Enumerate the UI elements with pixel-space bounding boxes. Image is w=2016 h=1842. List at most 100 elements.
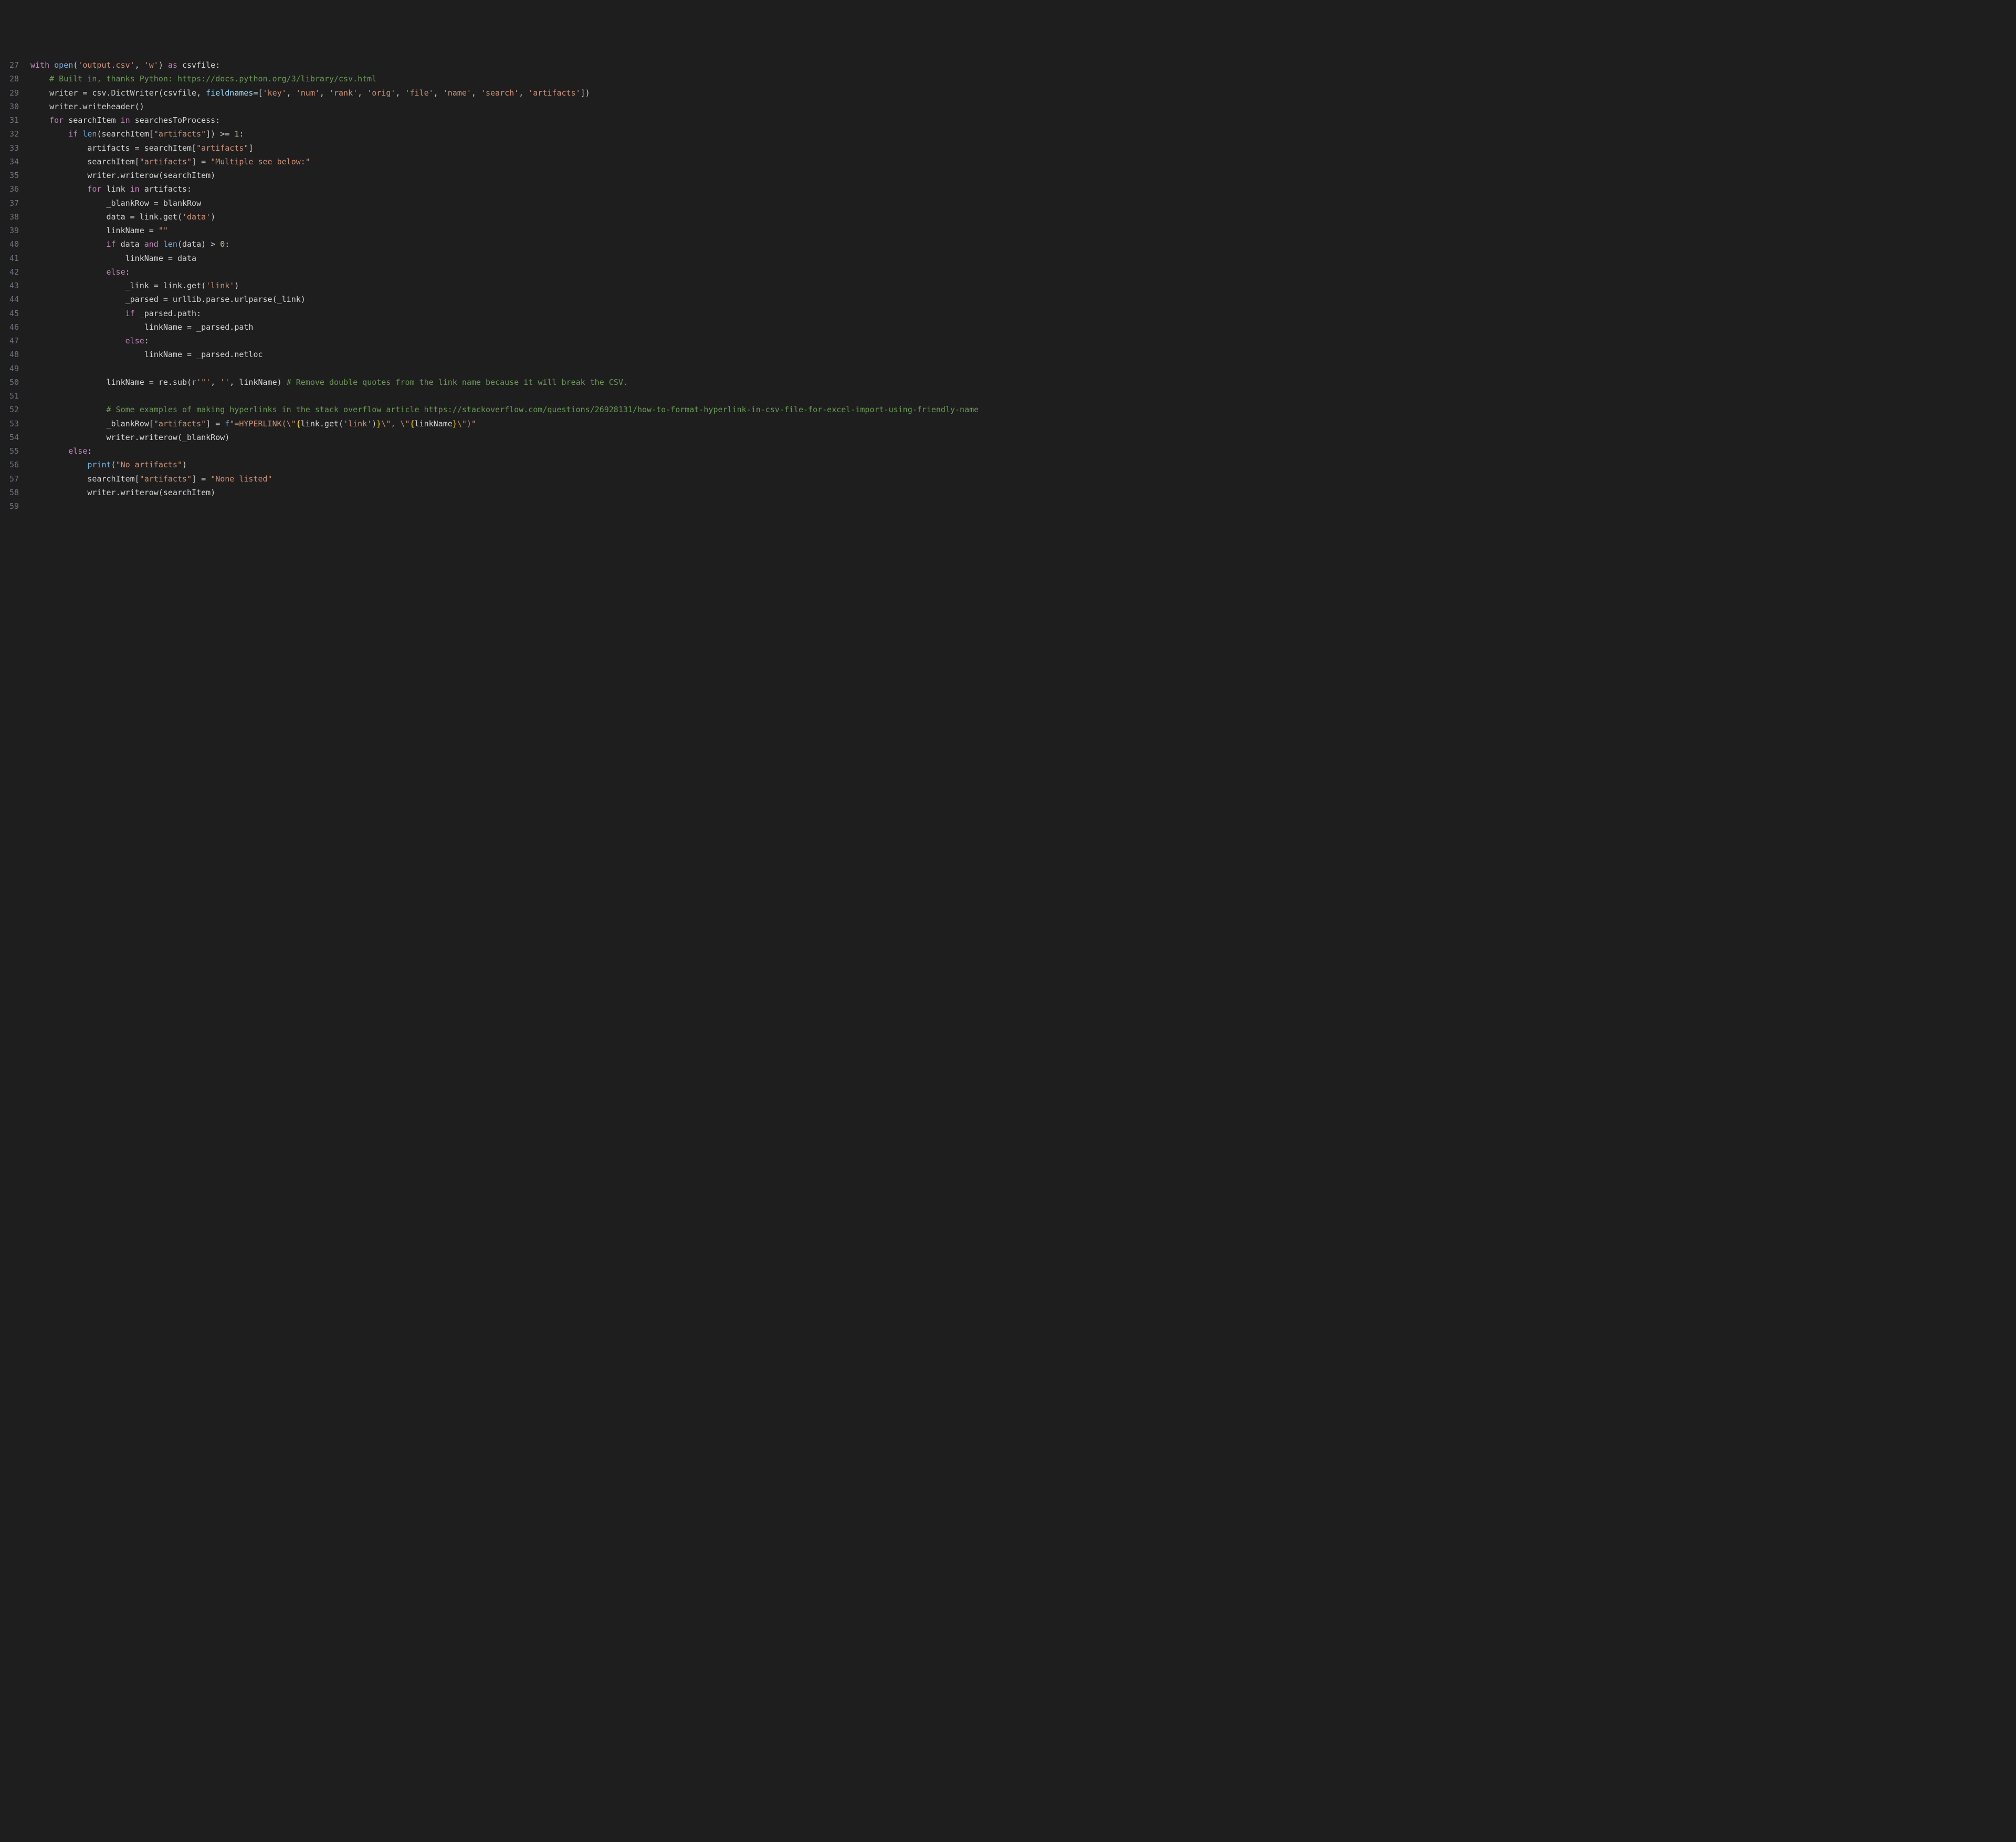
line-number: 43 <box>0 279 30 292</box>
token-var: ]) <box>581 88 590 98</box>
line-number: 39 <box>0 224 30 237</box>
code-line[interactable]: 31 for searchItem in searchesToProcess: <box>0 113 2016 127</box>
token-var: (data) > <box>177 239 220 249</box>
line-number: 38 <box>0 210 30 224</box>
token-kw: and <box>144 239 159 249</box>
code-content[interactable]: writer.writerow(_blankRow) <box>30 431 236 444</box>
code-content[interactable]: print("No artifacts") <box>30 458 193 472</box>
code-line[interactable]: 43 _link = link.get('link') <box>0 279 2016 292</box>
token-var: , <box>135 60 144 70</box>
code-line[interactable]: 57 searchItem["artifacts"] = "None liste… <box>0 472 2016 486</box>
code-content[interactable]: writer = csv.DictWriter(csvfile, fieldna… <box>30 86 596 100</box>
code-line[interactable]: 58 writer.writerow(searchItem) <box>0 486 2016 499</box>
code-line[interactable]: 54 writer.writerow(_blankRow) <box>0 431 2016 444</box>
code-line[interactable]: 29 writer = csv.DictWriter(csvfile, fiel… <box>0 86 2016 100</box>
code-content[interactable]: # Some examples of making hyperlinks in … <box>30 403 985 416</box>
code-content[interactable]: _blankRow = blankRow <box>30 196 207 210</box>
token-var: : <box>239 129 244 139</box>
code-line[interactable]: 38 data = link.get('data') <box>0 210 2016 224</box>
token-var: searchItem[ <box>87 157 139 166</box>
code-line[interactable]: 56 print("No artifacts") <box>0 458 2016 472</box>
code-content[interactable]: data = link.get('data') <box>30 210 222 224</box>
code-content[interactable]: linkName = "" <box>30 224 174 237</box>
code-line[interactable]: 33 artifacts = searchItem["artifacts"] <box>0 141 2016 155</box>
token-str: 'key' <box>263 88 287 98</box>
code-line[interactable]: 53 _blankRow["artifacts"] = f"=HYPERLINK… <box>0 417 2016 431</box>
code-line[interactable]: 35 writer.writerow(searchItem) <box>0 169 2016 182</box>
line-number: 47 <box>0 334 30 348</box>
code-editor[interactable]: 27with open('output.csv', 'w') as csvfil… <box>0 58 2016 513</box>
line-number: 33 <box>0 141 30 155</box>
code-line[interactable]: 27with open('output.csv', 'w') as csvfil… <box>0 58 2016 72</box>
code-line[interactable]: 51 <box>0 389 2016 403</box>
code-content[interactable]: for searchItem in searchesToProcess: <box>30 113 226 127</box>
code-line[interactable]: 49 <box>0 362 2016 375</box>
token-var: ( <box>73 60 78 70</box>
token-str: "=HYPERLINK(\" <box>229 419 296 428</box>
code-content[interactable]: if len(searchItem["artifacts"]) >= 1: <box>30 127 250 141</box>
line-number: 30 <box>0 100 30 113</box>
code-line[interactable]: 46 linkName = _parsed.path <box>0 320 2016 334</box>
code-line[interactable]: 44 _parsed = urllib.parse.urlparse(_link… <box>0 292 2016 306</box>
code-line[interactable]: 48 linkName = _parsed.netloc <box>0 348 2016 361</box>
token-brace: { <box>410 419 415 428</box>
code-line[interactable]: 45 if _parsed.path: <box>0 307 2016 320</box>
code-line[interactable]: 32 if len(searchItem["artifacts"]) >= 1: <box>0 127 2016 141</box>
token-kw: if <box>125 309 135 318</box>
token-str: '' <box>220 378 229 387</box>
token-kw: else <box>125 336 144 346</box>
code-content[interactable]: else: <box>30 265 136 279</box>
line-number: 51 <box>0 389 30 403</box>
token-var: , <box>434 88 443 98</box>
code-content[interactable]: # Built in, thanks Python: https://docs.… <box>30 72 383 86</box>
token-str: 'rank' <box>329 88 358 98</box>
code-content[interactable]: else: <box>30 334 155 348</box>
code-line[interactable]: 36 for link in artifacts: <box>0 182 2016 196</box>
token-str: 'artifacts' <box>528 88 580 98</box>
code-line[interactable]: 55 else: <box>0 444 2016 458</box>
token-var: , <box>358 88 367 98</box>
code-content[interactable]: artifacts = searchItem["artifacts"] <box>30 141 259 155</box>
code-content[interactable]: with open('output.csv', 'w') as csvfile: <box>30 58 226 72</box>
code-content[interactable]: writer.writeheader() <box>30 100 151 113</box>
code-line[interactable]: 28 # Built in, thanks Python: https://do… <box>0 72 2016 86</box>
token-fn: len <box>163 239 177 249</box>
code-line[interactable]: 42 else: <box>0 265 2016 279</box>
code-content[interactable]: writer.writerow(searchItem) <box>30 169 222 182</box>
code-content[interactable]: linkName = re.sub(r'"', '', linkName) # … <box>30 375 634 389</box>
code-content[interactable]: searchItem["artifacts"] = "None listed" <box>30 472 279 486</box>
code-content[interactable]: searchItem["artifacts"] = "Multiple see … <box>30 155 317 169</box>
code-line[interactable]: 52 # Some examples of making hyperlinks … <box>0 403 2016 416</box>
token-kw: else <box>68 446 87 456</box>
code-content[interactable]: linkName = data <box>30 252 203 265</box>
code-content[interactable]: writer.writerow(searchItem) <box>30 486 222 499</box>
code-content[interactable]: for link in artifacts: <box>30 182 198 196</box>
code-content[interactable]: linkName = _parsed.netloc <box>30 348 269 361</box>
token-str: \")" <box>457 419 476 428</box>
code-line[interactable]: 41 linkName = data <box>0 252 2016 265</box>
token-var: searchItem[ <box>87 474 139 484</box>
code-line[interactable]: 34 searchItem["artifacts"] = "Multiple s… <box>0 155 2016 169</box>
code-line[interactable]: 39 linkName = "" <box>0 224 2016 237</box>
code-content[interactable]: if data and len(data) > 0: <box>30 237 236 251</box>
code-line[interactable]: 30 writer.writeheader() <box>0 100 2016 113</box>
code-content[interactable]: _link = link.get('link') <box>30 279 245 292</box>
token-kw: if <box>68 129 78 139</box>
code-line[interactable]: 47 else: <box>0 334 2016 348</box>
token-var: searchesToProcess: <box>130 116 220 125</box>
line-number: 57 <box>0 472 30 486</box>
token-str: 'orig' <box>367 88 395 98</box>
code-content[interactable]: _blankRow["artifacts"] = f"=HYPERLINK(\"… <box>30 417 482 431</box>
code-line[interactable]: 59 <box>0 499 2016 513</box>
code-content[interactable]: linkName = _parsed.path <box>30 320 259 334</box>
code-line[interactable]: 50 linkName = re.sub(r'"', '', linkName)… <box>0 375 2016 389</box>
token-var: writer = csv.DictWriter(csvfile, <box>49 88 206 98</box>
code-line[interactable]: 37 _blankRow = blankRow <box>0 196 2016 210</box>
code-line[interactable]: 40 if data and len(data) > 0: <box>0 237 2016 251</box>
code-content[interactable]: _parsed = urllib.parse.urlparse(_link) <box>30 292 312 306</box>
token-var: _blankRow = blankRow <box>107 198 202 208</box>
token-var: _parsed.path: <box>135 309 201 318</box>
code-content[interactable]: if _parsed.path: <box>30 307 207 320</box>
code-content[interactable]: else: <box>30 444 98 458</box>
token-var: linkName = <box>107 226 159 235</box>
